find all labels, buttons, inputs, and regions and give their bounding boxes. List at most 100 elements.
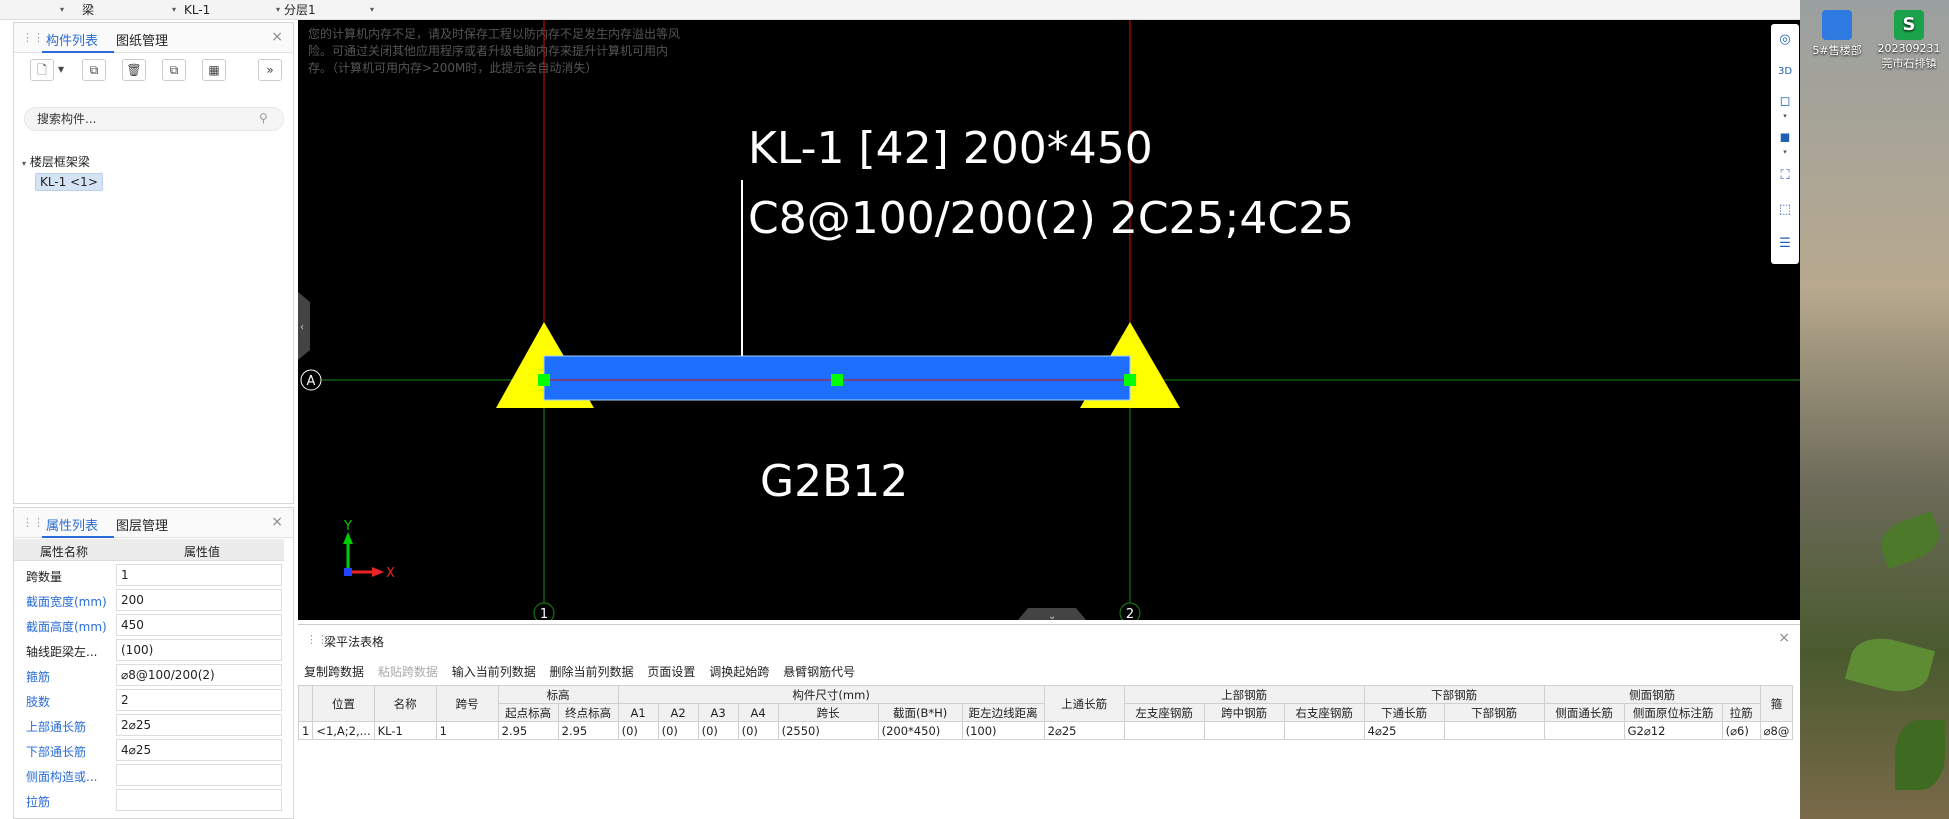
input-column-data-button[interactable]: 输入当前列数据	[452, 665, 536, 679]
zoom-extents-icon[interactable]: ⛶	[1775, 166, 1795, 186]
property-value-field[interactable]	[116, 789, 282, 811]
beam-end-grip[interactable]	[1124, 374, 1136, 386]
table-header[interactable]: 构件尺寸(mm)	[617, 685, 1045, 704]
table-cell[interactable]: (0)	[657, 721, 699, 740]
copy-span-data-button[interactable]: 复制跨数据	[304, 665, 364, 679]
table-cell[interactable]	[1123, 721, 1205, 740]
property-row[interactable]: 截面高度(mm) 450	[14, 613, 284, 637]
element-name-select[interactable]: KL-1 ▾	[182, 1, 282, 19]
property-value-field[interactable]: 1	[116, 564, 282, 586]
swap-start-span-button[interactable]: 调换起始跨	[709, 665, 769, 679]
table-cell[interactable]: G2⌀12	[1623, 721, 1723, 740]
tree-group-frame-beam[interactable]: ▾ 楼层框架梁	[22, 153, 90, 170]
property-row[interactable]: 肢数 2	[14, 688, 284, 712]
table-header[interactable]: 侧面通长筋	[1543, 703, 1625, 722]
chevron-down-icon[interactable]: ▾	[54, 59, 68, 81]
tab-drawing-management[interactable]: 图纸管理	[116, 30, 168, 49]
property-value-field[interactable]: (100)	[116, 639, 282, 661]
table-cell[interactable]: (0)	[697, 721, 739, 740]
3d-view-icon[interactable]: 3D	[1775, 62, 1795, 82]
close-icon[interactable]: ×	[271, 29, 283, 45]
table-header[interactable]: 跨中钢筋	[1203, 703, 1285, 722]
paste-span-data-button[interactable]: 粘贴跨数据	[378, 665, 438, 679]
property-value-field[interactable]	[116, 764, 282, 786]
table-cell[interactable]: ⌀8@	[1759, 721, 1794, 740]
table-header[interactable]: 跨长	[777, 703, 879, 722]
beam-mid-grip[interactable]	[831, 374, 843, 386]
table-header[interactable]: 起点标高	[497, 703, 559, 722]
new-component-button[interactable]: 🗋	[30, 59, 54, 81]
table-header[interactable]: 名称	[373, 685, 437, 722]
table-header[interactable]: 距左边线距离	[961, 703, 1045, 722]
table-header[interactable]: A3	[697, 703, 739, 722]
table-cell[interactable]	[1203, 721, 1285, 740]
table-header[interactable]: 位置	[312, 685, 375, 722]
table-header[interactable]: 右支座钢筋	[1283, 703, 1365, 722]
property-row[interactable]: 轴线距梁左... (100)	[14, 638, 284, 662]
element-type-select[interactable]: ▾ 梁 ▾	[60, 1, 178, 19]
table-header[interactable]: 标高	[497, 685, 619, 704]
copy-button[interactable]: ⧉	[82, 59, 106, 81]
tree-expand-icon[interactable]: ▾	[22, 159, 26, 168]
chevron-left-icon[interactable]: ‹	[300, 322, 304, 333]
desktop-icon-sales-office[interactable]: 5#售楼部	[1802, 10, 1872, 58]
table-cell[interactable]: 2.95	[557, 721, 619, 740]
table-cell[interactable]	[1543, 721, 1625, 740]
table-cell[interactable]: (⌀6)	[1721, 721, 1761, 740]
table-header[interactable]: 下部钢筋	[1363, 685, 1545, 704]
property-value-field[interactable]: 450	[116, 614, 282, 636]
tree-item-kl1[interactable]: KL-1 <1>	[35, 173, 103, 191]
table-cell[interactable]	[1443, 721, 1545, 740]
drawing-canvas[interactable]: 您的计算机内存不足，请及时保存工程以防内存不足发生内存溢出等风险。可通过关闭其他…	[298, 20, 1800, 620]
property-row[interactable]: 下部通长筋 4⌀25	[14, 738, 284, 762]
table-header[interactable]: 箍	[1759, 685, 1794, 722]
chevron-down-icon[interactable]: ⌄	[1048, 611, 1056, 620]
property-value-field[interactable]: 2	[116, 689, 282, 711]
table-header[interactable]: 拉筋	[1721, 703, 1761, 722]
drag-grip-icon[interactable]: ⋮⋮	[22, 31, 44, 44]
delete-column-data-button[interactable]: 删除当前列数据	[550, 665, 634, 679]
close-icon[interactable]: ×	[271, 514, 283, 530]
beam-start-grip[interactable]	[538, 374, 550, 386]
table-cell[interactable]: (2550)	[777, 721, 879, 740]
tab-layer-management[interactable]: 图层管理	[116, 515, 168, 534]
delete-button[interactable]: 🗑	[122, 59, 146, 81]
tab-property-list[interactable]: 属性列表	[46, 515, 98, 534]
table-header[interactable]: 侧面原位标注筋	[1623, 703, 1723, 722]
table-header[interactable]: 截面(B*H)	[877, 703, 963, 722]
table-cell[interactable]: (200*450)	[877, 721, 963, 740]
chevron-down-icon[interactable]: ▾	[1775, 106, 1795, 126]
table-cell[interactable]: 4⌀25	[1363, 721, 1445, 740]
property-row[interactable]: 上部通长筋 2⌀25	[14, 713, 284, 737]
tab-component-list[interactable]: 构件列表	[46, 30, 98, 49]
page-setup-button[interactable]: 页面设置	[647, 665, 695, 679]
drag-grip-icon[interactable]: ⋮⋮	[22, 516, 44, 529]
table-cell[interactable]: (0)	[617, 721, 659, 740]
property-value-field[interactable]: ⌀8@100/200(2)	[116, 664, 282, 686]
table-header[interactable]: A1	[617, 703, 659, 722]
table-header[interactable]: 终点标高	[557, 703, 619, 722]
table-cell[interactable]: <1,A;2,...	[312, 721, 375, 740]
cantilever-code-button[interactable]: 悬臂钢筋代号	[783, 665, 855, 679]
table-header[interactable]: A2	[657, 703, 699, 722]
table-row[interactable]: 1 <1,A;2,... KL-1 1 2.95 2.95 (0) (0) (0…	[297, 721, 1794, 740]
table-cell[interactable]: 2.95	[497, 721, 559, 740]
close-icon[interactable]: ×	[1778, 630, 1790, 646]
property-row[interactable]: 拉筋	[14, 788, 284, 812]
more-button[interactable]: »	[258, 59, 282, 81]
search-input[interactable]: 搜索构件...	[24, 107, 284, 131]
canvas-drawing[interactable]: A 1 2 KL-1 [42] 200*450 C8@100/200(2) 2C…	[298, 20, 1800, 620]
property-row[interactable]: 侧面构造或...	[14, 763, 284, 787]
property-value-field[interactable]: 2⌀25	[116, 714, 282, 736]
table-header[interactable]: 上部钢筋	[1123, 685, 1365, 704]
table-header[interactable]: 下部钢筋	[1443, 703, 1545, 722]
import-button[interactable]: ▦	[202, 59, 226, 81]
table-header[interactable]: 左支座钢筋	[1123, 703, 1205, 722]
desktop-icon-spreadsheet[interactable]: S 202309231 莞市石排镇	[1874, 10, 1944, 71]
table-cell[interactable]: 1	[435, 721, 499, 740]
copy-to-floor-button[interactable]: ⧉	[162, 59, 186, 81]
table-header[interactable]: 上通长筋	[1043, 685, 1125, 722]
search-icon[interactable]: ⚲	[259, 111, 268, 125]
layer-select[interactable]: 分层1 ▾	[284, 1, 376, 19]
table-cell[interactable]: KL-1	[373, 721, 437, 740]
